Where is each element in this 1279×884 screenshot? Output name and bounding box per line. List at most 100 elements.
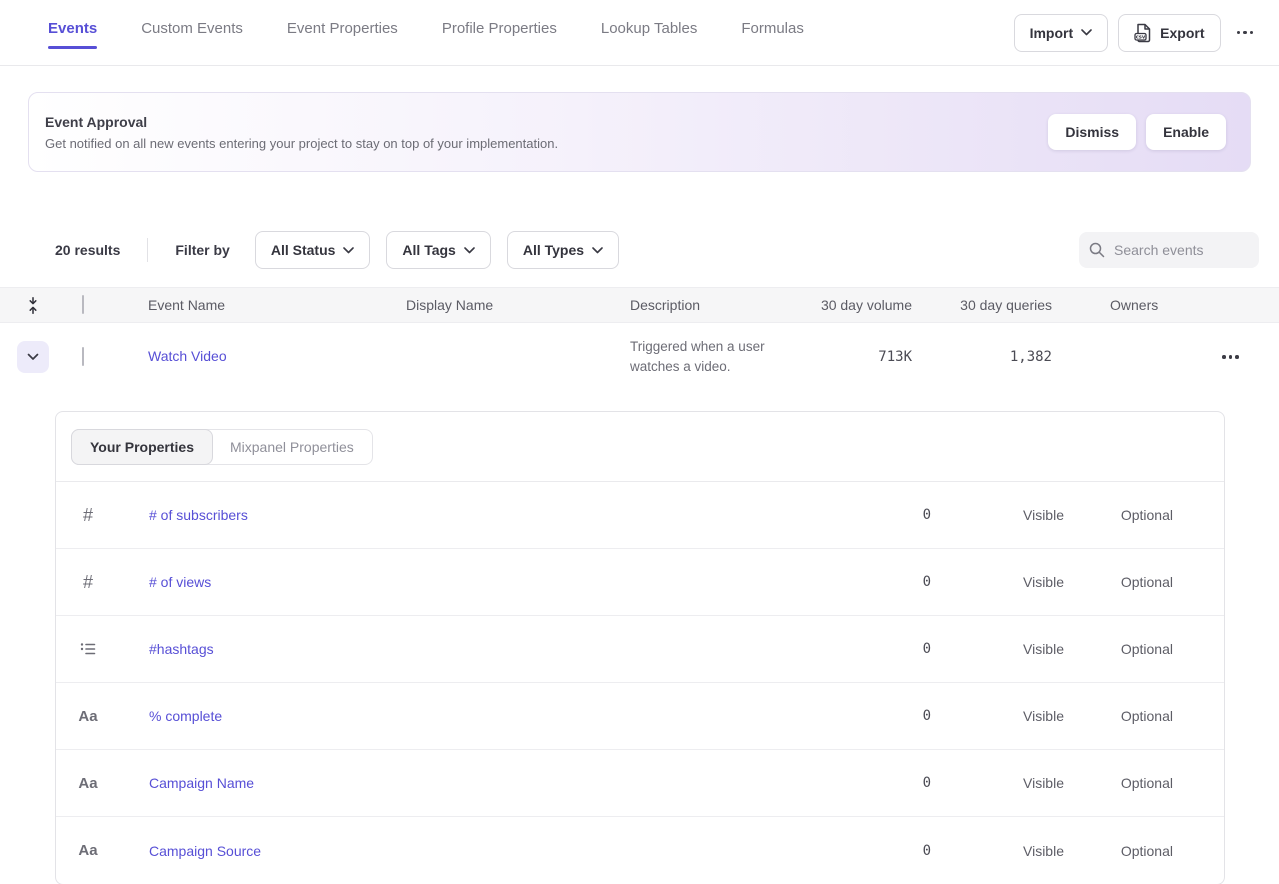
tab-mixpanel-properties[interactable]: Mixpanel Properties bbox=[212, 430, 372, 464]
header-30-day-volume: 30 day volume bbox=[802, 297, 922, 313]
number-type-icon: # bbox=[56, 505, 120, 526]
property-name-link[interactable]: % complete bbox=[120, 708, 710, 724]
chevron-down-icon bbox=[464, 247, 475, 254]
import-button[interactable]: Import bbox=[1014, 14, 1109, 52]
header-30-day-queries: 30 day queries bbox=[922, 297, 1062, 313]
search-events-input[interactable] bbox=[1114, 242, 1249, 258]
text-type-icon: Aa bbox=[56, 842, 120, 859]
event-properties-panel: Your Properties Mixpanel Properties # # … bbox=[55, 411, 1225, 884]
events-table-header: Event Name Display Name Description 30 d… bbox=[0, 287, 1279, 323]
property-status: Optional bbox=[1064, 843, 1173, 859]
description-line-2: watches a video. bbox=[630, 357, 802, 377]
property-name-link[interactable]: Campaign Name bbox=[120, 775, 710, 791]
types-filter-dropdown[interactable]: All Types bbox=[507, 231, 619, 269]
dismiss-button[interactable]: Dismiss bbox=[1048, 114, 1136, 150]
property-count: 0 bbox=[710, 507, 931, 523]
property-visibility: Visible bbox=[931, 507, 1064, 523]
more-options-button[interactable] bbox=[1231, 14, 1260, 52]
property-count: 0 bbox=[710, 641, 931, 657]
tags-filter-dropdown[interactable]: All Tags bbox=[386, 231, 490, 269]
tab-your-properties[interactable]: Your Properties bbox=[71, 429, 213, 465]
event-approval-banner: Event Approval Get notified on all new e… bbox=[28, 92, 1251, 172]
banner-title: Event Approval bbox=[45, 114, 1048, 130]
search-events-box[interactable] bbox=[1079, 232, 1259, 268]
property-row: #hashtags 0 Visible Optional bbox=[56, 616, 1224, 683]
tab-event-properties[interactable]: Event Properties bbox=[287, 14, 398, 51]
enable-button[interactable]: Enable bbox=[1146, 114, 1226, 150]
lexicon-tabs: Events Custom Events Event Properties Pr… bbox=[48, 14, 1014, 51]
property-row: Aa % complete 0 Visible Optional bbox=[56, 683, 1224, 750]
collapse-row-button[interactable] bbox=[17, 341, 49, 373]
chevron-down-icon bbox=[343, 247, 354, 254]
property-row: Aa Campaign Source 0 Visible Optional bbox=[56, 817, 1224, 884]
property-name-link[interactable]: # of subscribers bbox=[120, 507, 710, 523]
banner-description: Get notified on all new events entering … bbox=[45, 136, 1048, 151]
property-status: Optional bbox=[1064, 641, 1173, 657]
filter-by-label: Filter by bbox=[175, 242, 229, 258]
tab-profile-properties[interactable]: Profile Properties bbox=[442, 14, 557, 51]
import-button-label: Import bbox=[1030, 25, 1074, 41]
property-status: Optional bbox=[1064, 775, 1173, 791]
search-icon bbox=[1089, 242, 1105, 258]
ellipsis-icon bbox=[1222, 355, 1239, 359]
property-status: Optional bbox=[1064, 708, 1173, 724]
tab-lookup-tables[interactable]: Lookup Tables bbox=[601, 14, 697, 51]
collapse-all-icon[interactable] bbox=[0, 297, 66, 314]
header-event-name: Event Name bbox=[130, 297, 388, 313]
property-visibility: Visible bbox=[931, 574, 1064, 590]
event-row-watch-video: Watch Video Triggered when a user watche… bbox=[0, 323, 1279, 391]
property-name-link[interactable]: Campaign Source bbox=[120, 843, 710, 859]
ellipsis-icon bbox=[1237, 31, 1254, 35]
status-filter-dropdown[interactable]: All Status bbox=[255, 231, 371, 269]
property-visibility: Visible bbox=[931, 641, 1064, 657]
tab-events[interactable]: Events bbox=[48, 14, 97, 51]
export-button[interactable]: csv Export bbox=[1118, 14, 1220, 52]
volume-cell: 713K bbox=[802, 349, 922, 365]
chevron-down-icon bbox=[1081, 29, 1092, 36]
chevron-down-icon bbox=[592, 247, 603, 254]
header-owners: Owners bbox=[1062, 297, 1182, 313]
row-more-options-button[interactable] bbox=[1216, 338, 1245, 376]
tab-formulas[interactable]: Formulas bbox=[741, 14, 804, 51]
property-count: 0 bbox=[710, 775, 931, 791]
text-type-icon: Aa bbox=[56, 775, 120, 792]
results-count: 20 results bbox=[55, 242, 120, 258]
event-name-link[interactable]: Watch Video bbox=[148, 348, 227, 364]
properties-list: # # of subscribers 0 Visible Optional # … bbox=[56, 482, 1224, 884]
chevron-down-icon bbox=[27, 353, 39, 361]
csv-file-icon: csv bbox=[1134, 23, 1152, 43]
filter-toolbar: 20 results Filter by All Status All Tags… bbox=[55, 231, 1259, 269]
nav-actions: Import csv Export bbox=[1014, 14, 1259, 52]
property-status: Optional bbox=[1064, 574, 1173, 590]
select-all-checkbox[interactable] bbox=[82, 295, 84, 314]
tab-custom-events[interactable]: Custom Events bbox=[141, 14, 243, 51]
number-type-icon: # bbox=[56, 572, 120, 593]
svg-text:csv: csv bbox=[1136, 34, 1146, 40]
types-filter-label: All Types bbox=[523, 242, 584, 258]
property-visibility: Visible bbox=[931, 843, 1064, 859]
properties-tab-bar: Your Properties Mixpanel Properties bbox=[56, 412, 1224, 482]
export-button-label: Export bbox=[1160, 25, 1204, 41]
top-navigation: Events Custom Events Event Properties Pr… bbox=[0, 0, 1279, 66]
property-name-link[interactable]: # of views bbox=[120, 574, 710, 590]
property-count: 0 bbox=[710, 708, 931, 724]
tags-filter-label: All Tags bbox=[402, 242, 455, 258]
list-type-icon bbox=[56, 640, 120, 658]
property-count: 0 bbox=[710, 843, 931, 859]
banner-actions: Dismiss Enable bbox=[1048, 114, 1226, 150]
properties-tab-group: Your Properties Mixpanel Properties bbox=[71, 429, 373, 465]
property-row: Aa Campaign Name 0 Visible Optional bbox=[56, 750, 1224, 817]
description-cell: Triggered when a user watches a video. bbox=[612, 337, 802, 377]
header-display-name: Display Name bbox=[388, 297, 612, 313]
description-line-1: Triggered when a user bbox=[630, 337, 802, 357]
property-row: # # of subscribers 0 Visible Optional bbox=[56, 482, 1224, 549]
property-visibility: Visible bbox=[931, 708, 1064, 724]
divider bbox=[147, 238, 148, 262]
banner-text: Event Approval Get notified on all new e… bbox=[45, 114, 1048, 151]
queries-cell: 1,382 bbox=[922, 349, 1062, 365]
text-type-icon: Aa bbox=[56, 708, 120, 725]
header-description: Description bbox=[612, 297, 802, 313]
property-name-link[interactable]: #hashtags bbox=[120, 641, 710, 657]
property-status: Optional bbox=[1064, 507, 1173, 523]
row-checkbox[interactable] bbox=[82, 347, 84, 366]
